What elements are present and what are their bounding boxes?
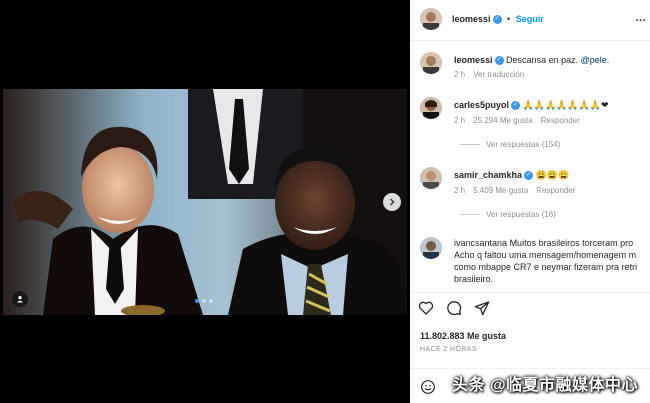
- caption-body: Descansa en paz.: [506, 55, 579, 65]
- post-photo[interactable]: [3, 89, 407, 315]
- comment-body: 🙏🙏🙏🙏🙏🙏🙏❤: [522, 100, 609, 110]
- caption-meta: 2 h Ver traducción: [454, 70, 532, 79]
- avatar-image: [420, 52, 442, 74]
- comment-item: carles5puyol ✓ 🙏🙏🙏🙏🙏🙏🙏❤ 2 h 25.294 Me gust…: [410, 95, 650, 155]
- author-username[interactable]: leomessi: [452, 14, 491, 24]
- likes-count[interactable]: 11.802.883 Me gusta: [420, 331, 506, 341]
- avatar-image: [420, 167, 442, 189]
- comment-body: 😩😩😩: [535, 170, 570, 180]
- media-area: [0, 0, 410, 403]
- view-replies-label: Ver respuestas (154): [486, 140, 561, 149]
- comment-text: samir_chamkha ✓ 😩😩😩: [454, 169, 569, 181]
- view-replies-label: Ver respuestas (16): [486, 210, 556, 219]
- more-options-icon[interactable]: …: [635, 12, 646, 24]
- heart-icon[interactable]: [418, 300, 434, 316]
- comment-username[interactable]: carles5puyol: [454, 100, 509, 110]
- tagged-users-button[interactable]: [12, 291, 28, 307]
- follow-button[interactable]: Seguir: [516, 14, 544, 24]
- commenter-avatar[interactable]: [420, 97, 442, 119]
- post-sidebar: leomessi ✓ • Seguir … leomessi ✓ Descansa …: [410, 0, 650, 403]
- photo-image: [3, 89, 407, 315]
- comment-meta: 2 h 5.409 Me gusta Responder: [454, 186, 583, 195]
- comment-time: 2 h: [454, 186, 466, 195]
- verified-icon: ✓: [524, 171, 534, 181]
- next-photo-button[interactable]: [383, 193, 401, 211]
- comment-item: samir_chamkha ✓ 😩😩😩 2 h 5.409 Me gusta Resp…: [410, 165, 650, 225]
- instagram-post-view: leomessi ✓ • Seguir … leomessi ✓ Descansa …: [0, 0, 650, 403]
- avatar-image: [420, 97, 442, 119]
- caption-time: 2 h: [454, 70, 466, 79]
- carousel-dot: [202, 299, 206, 303]
- caption-text: leomessi ✓ Descansa en paz. @pele.: [454, 54, 609, 66]
- user-tag-icon: [17, 296, 23, 303]
- comment-line-4: brasileiro.: [454, 274, 494, 284]
- verified-icon: ✓: [511, 101, 521, 111]
- caption-mention[interactable]: @pele: [581, 55, 607, 65]
- verified-icon: ✓: [494, 56, 504, 66]
- comment-line-2: Acho q faltou uma mensagem/homenagem m: [454, 250, 637, 260]
- comment-icon[interactable]: [446, 300, 462, 316]
- avatar-image: [420, 8, 442, 30]
- carousel-dot: [195, 299, 199, 303]
- separator-dot: •: [507, 14, 511, 24]
- verified-icon: ✓: [492, 15, 502, 25]
- replies-line: [460, 214, 480, 215]
- comment-likes[interactable]: 5.409 Me gusta: [473, 186, 528, 195]
- post-time: HACE 2 HORAS: [420, 346, 477, 353]
- send-icon[interactable]: [474, 300, 490, 316]
- comment-time: 2 h: [454, 116, 466, 125]
- comment-text: carles5puyol ✓ 🙏🙏🙏🙏🙏🙏🙏❤: [454, 99, 609, 111]
- carousel-dot: [209, 299, 213, 303]
- comment-meta: 2 h 25.294 Me gusta Responder: [454, 116, 588, 125]
- comment-item: ivancsantana Muitos brasileiros torceram…: [410, 235, 650, 290]
- caption: leomessi ✓ Descansa en paz. @pele. 2 h Ver…: [410, 48, 650, 88]
- post-header: leomessi ✓ • Seguir …: [410, 0, 650, 40]
- smiley-icon[interactable]: [420, 379, 436, 395]
- comment-line-3: como mbappe CR7 e neymar fizeram pra ret…: [454, 262, 638, 272]
- commenter-avatar[interactable]: [420, 237, 442, 259]
- comment-username[interactable]: ivancsantana: [454, 238, 507, 248]
- comment-username[interactable]: samir_chamkha: [454, 170, 522, 180]
- reply-button[interactable]: Responder: [541, 116, 580, 125]
- view-replies[interactable]: Ver respuestas (16): [460, 210, 556, 219]
- watermark: 头条 @临夏市融媒体中心: [452, 377, 639, 394]
- comment-likes[interactable]: 25.294 Me gusta: [473, 116, 533, 125]
- view-replies[interactable]: Ver respuestas (154): [460, 140, 560, 149]
- caption-tail: .: [606, 55, 610, 65]
- chevron-right-icon: [390, 198, 395, 206]
- replies-line: [460, 144, 480, 145]
- translate-link[interactable]: Ver traducción: [473, 70, 524, 79]
- action-bar: [418, 300, 490, 316]
- avatar-image: [420, 237, 442, 259]
- caption-username[interactable]: leomessi: [454, 55, 493, 65]
- comment-line-1: Muitos brasileiros torceram pro: [509, 238, 634, 248]
- header-line: leomessi ✓ • Seguir: [452, 14, 544, 25]
- reply-button[interactable]: Responder: [536, 186, 575, 195]
- header-divider: [410, 40, 650, 41]
- caption-avatar[interactable]: [420, 52, 442, 74]
- actions-divider: [410, 292, 650, 293]
- carousel-dots: [195, 299, 213, 303]
- commenter-avatar[interactable]: [420, 167, 442, 189]
- author-avatar[interactable]: [420, 8, 442, 30]
- comment-text: ivancsantana Muitos brasileiros torceram…: [454, 237, 637, 285]
